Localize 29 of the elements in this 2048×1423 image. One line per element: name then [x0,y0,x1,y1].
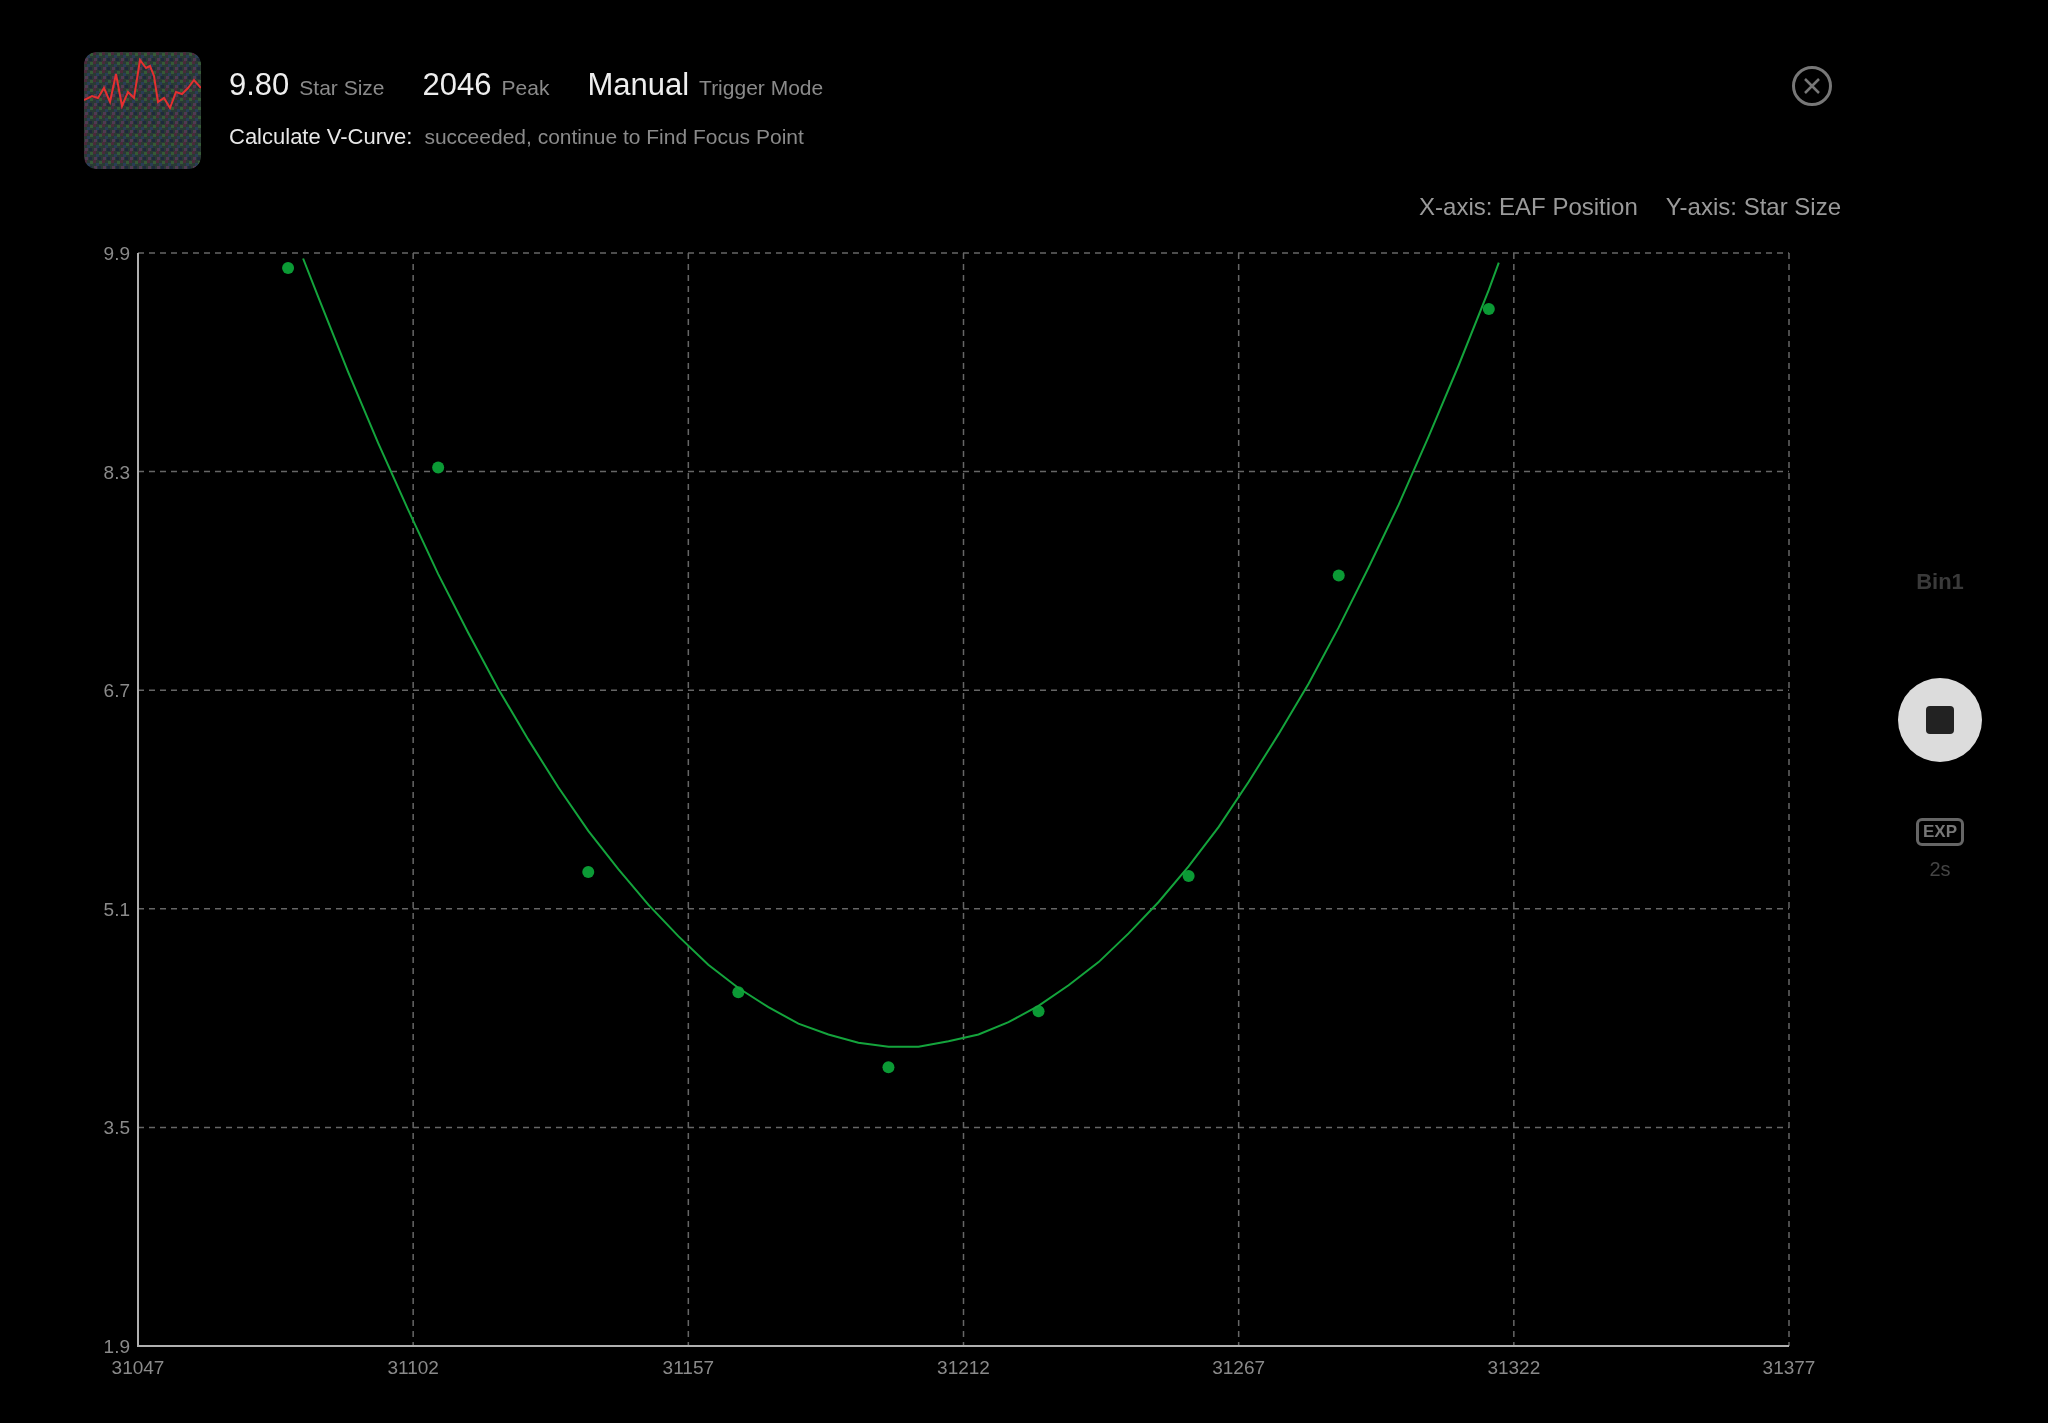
stat-value: 2046 [422,66,492,104]
stat-value: Manual [587,66,690,104]
axis-legend: X-axis: EAF Position [1419,189,1638,225]
y-tick-label: 9.9 [103,243,130,264]
exposure-badge: EXP [1916,818,1964,846]
status-message: succeeded, continue to Find Focus Point [424,123,804,150]
x-tick-label: 31102 [387,1357,439,1378]
exposure-time: 2s [1929,857,1951,882]
x-tick-label: 31157 [662,1357,715,1378]
axis-legend: Y-axis: Star Size [1665,189,1841,225]
x-tick-label: 31267 [1212,1357,1266,1378]
x-tick-label: 31047 [111,1357,165,1378]
stat-label: Star Size [299,75,385,101]
y-tick-label: 3.5 [103,1117,130,1139]
status-label: Calculate V-Curve: [229,122,413,151]
stat-value: 9.80 [229,66,290,104]
x-tick-label: 31377 [1762,1357,1816,1378]
stat-label: Peak [501,75,550,101]
stat-label: Trigger Mode [699,75,824,101]
close-button[interactable] [1792,66,1832,106]
x-tick-label: 31212 [937,1357,990,1378]
stop-icon [1926,706,1954,734]
y-tick-label: 1.9 [103,1336,130,1357]
binning-label[interactable]: Bin1 [1916,565,1964,598]
y-tick-label: 6.7 [103,680,130,702]
close-icon [1803,77,1821,95]
y-tick-label: 5.1 [103,898,130,920]
x-tick-label: 31322 [1487,1357,1541,1378]
y-tick-label: 8.3 [103,461,130,483]
